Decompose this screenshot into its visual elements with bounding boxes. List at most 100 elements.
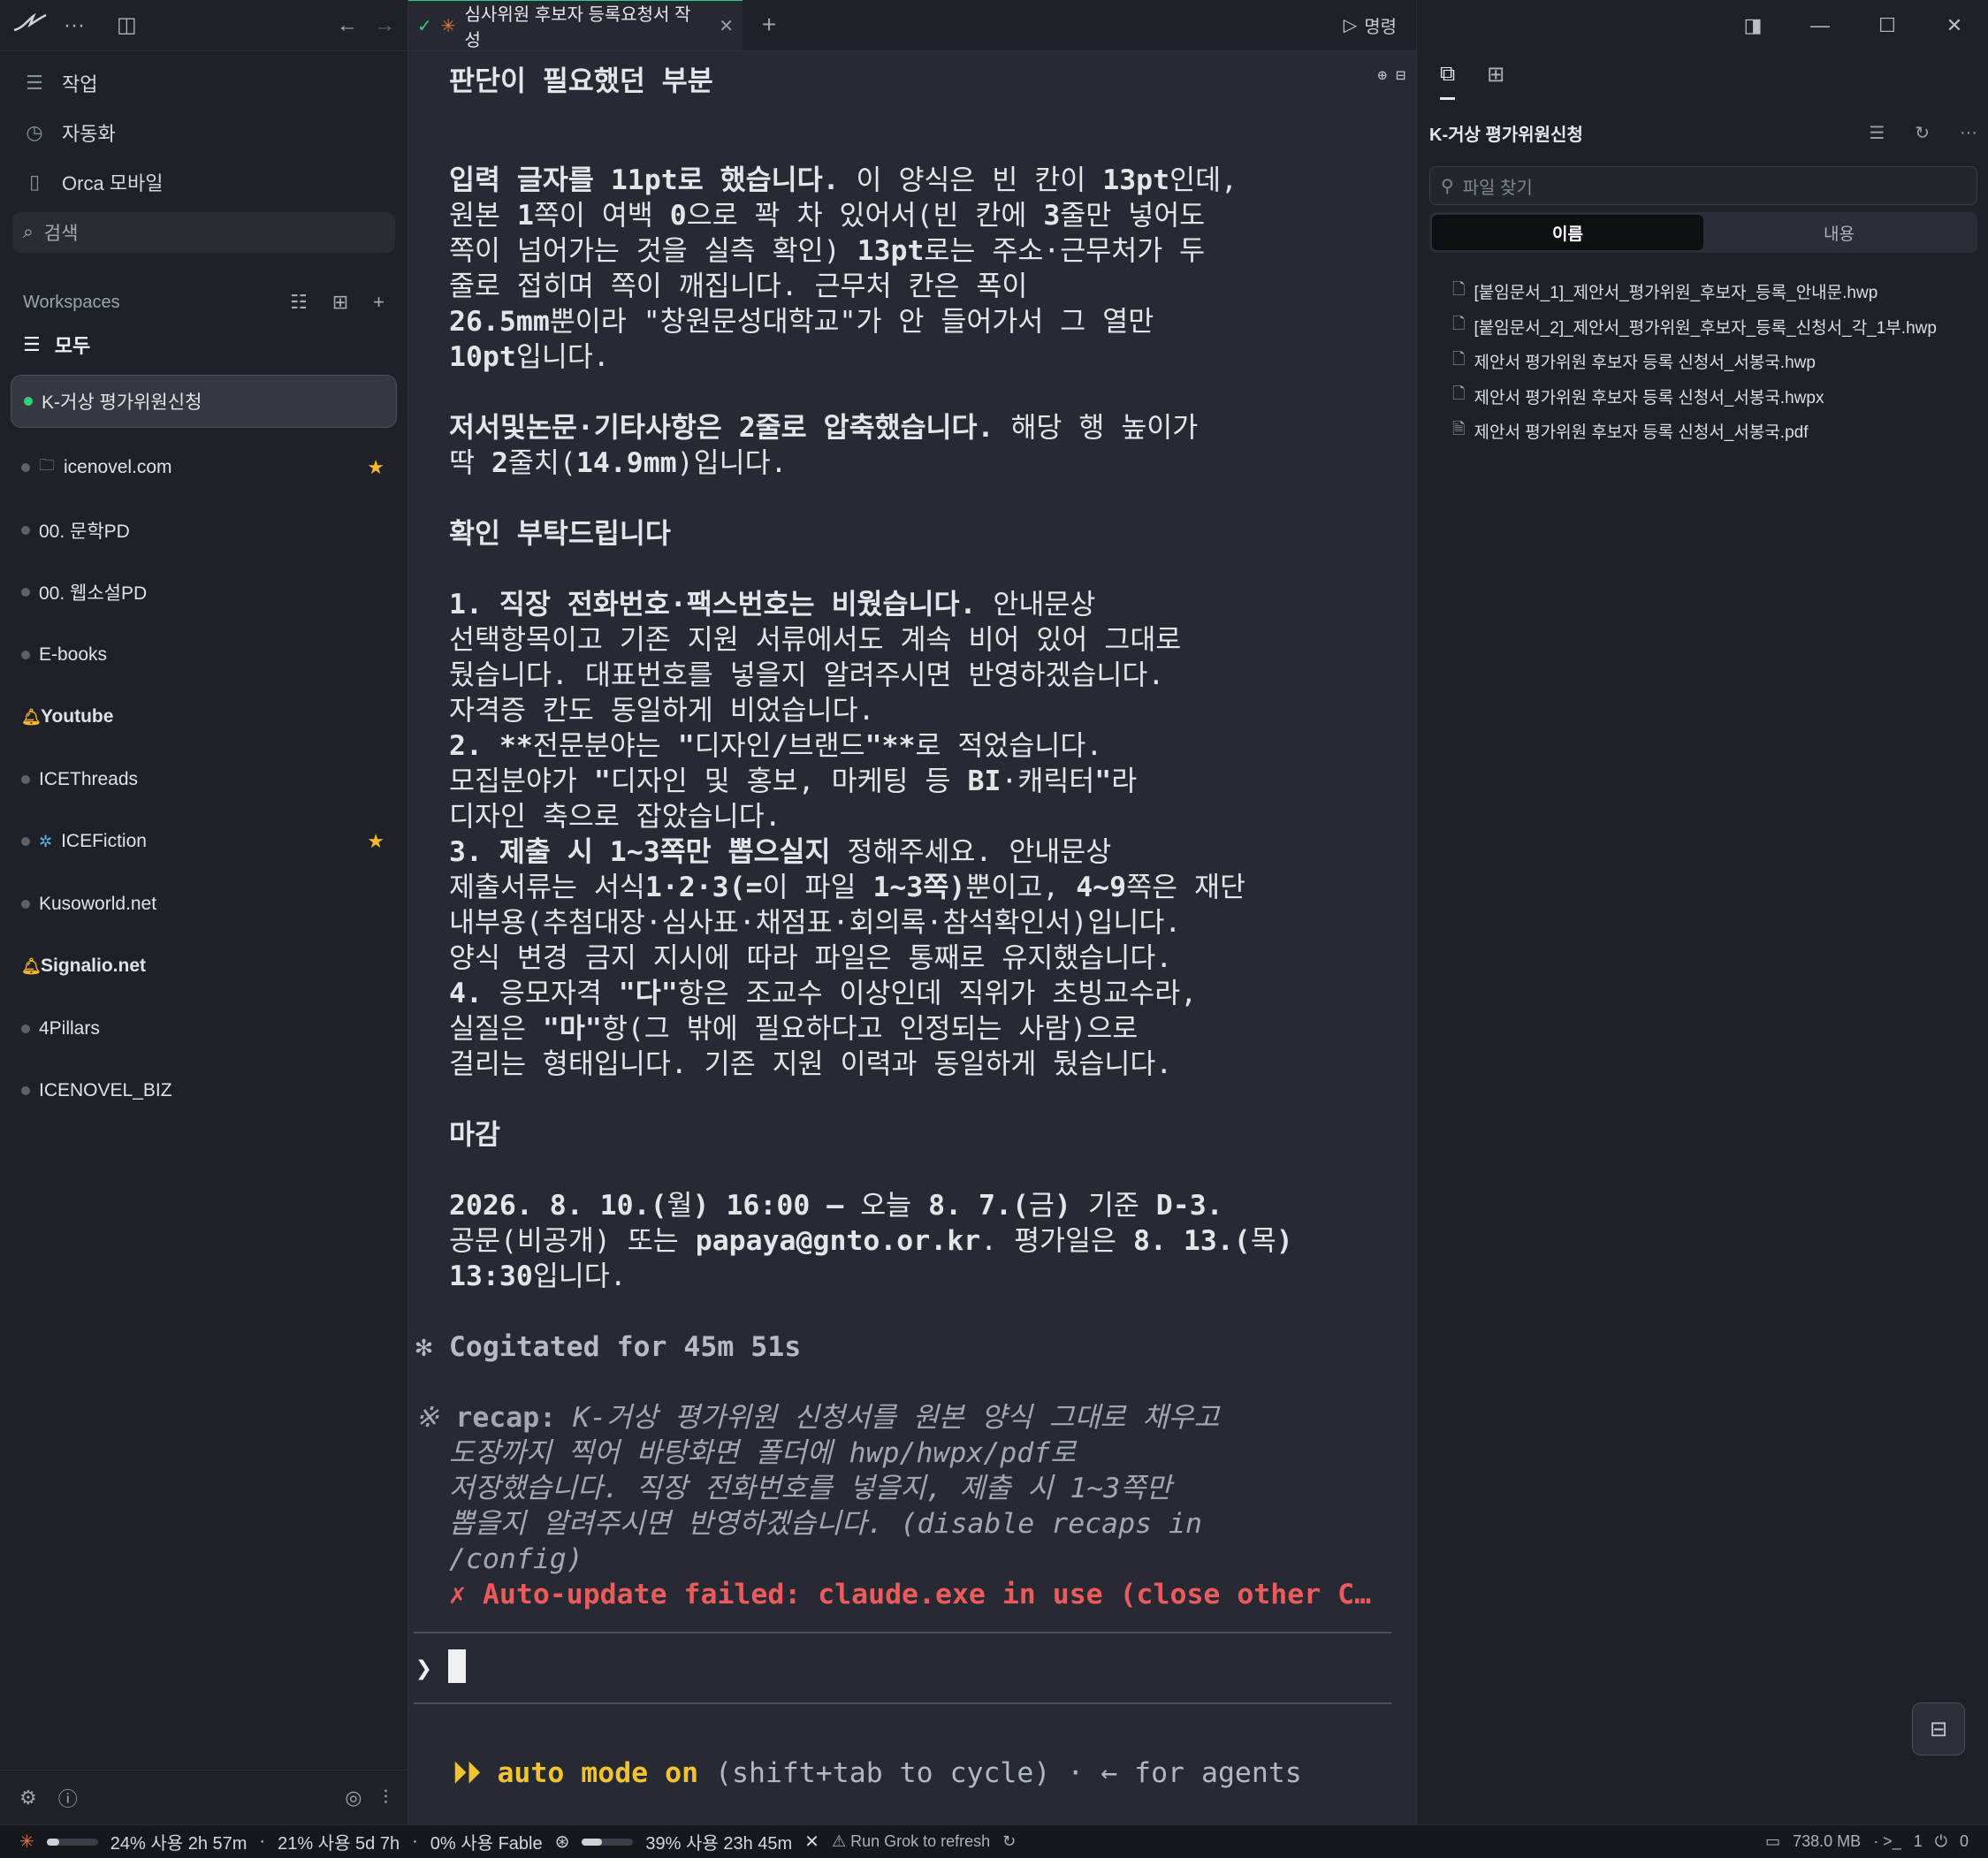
workspace-item-icefiction[interactable]: ✲ ICEFiction ★ [0,811,408,873]
term-span: 2. [449,730,499,762]
folder-icon: 🗀 [39,456,55,475]
command-button[interactable]: ▷ 명령 [1324,0,1416,50]
panel-header: K-거상 평가위원신청 ☰ ↻ ··· [1429,120,1977,146]
globe-icon[interactable]: ◎ [345,1786,362,1809]
auto-mode-status: ⏵⏵ auto mode on (shift+tab to cycle) · ←… [453,1755,1302,1791]
workspace-item-icenovel[interactable]: 🗀 icenovel.com ★ [0,437,408,499]
new-folder-icon[interactable]: ⊞ [332,291,348,314]
split-pane-icon[interactable]: ⊟ [1396,58,1405,94]
term-span: 3. 제출 시 [449,836,610,868]
term-line: 원본 1쪽이 여백 0으로 꽉 차 있어서(빈 칸에 3줄만 넣어도 [449,198,1205,233]
term-span: / [771,730,788,762]
terminal-icon: · >_ [1873,1832,1901,1850]
tab-session[interactable]: ✓ ✳ 심사위원 후보자 등록요청서 작성 ✕ [408,0,743,50]
term-span: 라 [1111,765,1138,797]
term-span: 8. 13.( [1132,1225,1251,1257]
text-cursor[interactable] [448,1649,466,1683]
check-circle-icon: ✓ [417,16,432,36]
more-icon[interactable]: ··· [1960,123,1977,143]
term-span: " [677,730,695,762]
nav-tasks[interactable]: ☰ 작업 [0,58,408,108]
workspace-item-ebooks[interactable]: E-books [0,624,408,687]
workspace-list: K-거상 평가위원신청 🗀 icenovel.com ★ 00. 문학PD 00… [0,375,408,1123]
workspace-item-4pillars[interactable]: 4Pillars [0,998,408,1061]
workspace-item-youtube[interactable]: 🔔︎ Youtube [0,686,408,749]
file-search-input[interactable]: ⚲ 파일 찾기 [1429,166,1977,205]
seg-name[interactable]: 이름 [1432,215,1703,250]
workspace-label: ICEFiction [61,831,147,852]
term-line: 딱 2줄치(14.9mm)입니다. [449,445,788,481]
file-item[interactable]: 🗎 제안서 평가위원 후보자 등록 신청서_서봉국.pdf [1452,414,1937,449]
more-icon[interactable]: ··· [64,13,85,38]
list-view-icon[interactable]: ☰ [1869,122,1885,144]
help-icon[interactable]: ⓘ [58,1784,78,1812]
layout-toggle-icon[interactable]: ◨ [1719,14,1786,37]
maximize-icon[interactable]: ☐ [1854,14,1921,37]
term-span: 쪽이 여백 [533,200,670,232]
nav-automation[interactable]: ◷ 자동화 [0,108,408,157]
workspace-item-kusoworld[interactable]: Kusoworld.net [0,873,408,936]
new-tab-button[interactable]: + [743,0,796,50]
file-item[interactable]: 🗋 [붙임문서_2]_제안서_평가위원_후보자_등록_신청서_각_1부.hwp [1452,309,1937,345]
minimize-icon[interactable]: — [1786,14,1854,37]
term-span: 쪽이 넘어가는 것을 실측 확인) [449,235,857,267]
term-span: 로 했습니다. [677,164,840,196]
workspace-all[interactable]: ☰ 모두 [0,320,408,369]
workspace-label: Signalio.net [41,956,147,977]
term-line: 양식 변경 금지 지시에 따라 파일은 통째로 유지했습니다. [449,942,1173,974]
term-span: 정해주세요. 안내문상 [830,836,1112,868]
term-line: 저서및논문·기타사항은 2줄로 압축했습니다. 해당 행 높이가 [449,410,1198,445]
term-span: 줄만 넣어도 [1060,200,1206,232]
close-tab-icon[interactable]: ✕ [719,15,734,37]
claude-usage-text: 24% 사용 2h 57m [110,1834,248,1854]
forward-icon[interactable]: → [374,13,395,38]
nav-orca-mobile[interactable]: ▯ Orca 모바일 [0,157,408,207]
term-span: D-3. [1155,1190,1223,1222]
files-tab-icon[interactable]: ⧉ [1440,62,1456,100]
sidebar-search[interactable]: ⌕ 검색 [12,212,395,253]
refresh-icon[interactable]: ↻ [1915,122,1930,144]
star-icon[interactable]: ★ [367,456,385,479]
settings-icon[interactable]: ⚙ [19,1786,37,1809]
workspace-item-k-geosang[interactable]: K-거상 평가위원신청 [11,375,397,428]
term-span: "다" [618,978,678,1009]
recap-line: 뽑을지 알려주시면 반영하겠습니다. (disable recaps in [449,1508,1202,1540]
term-line: 26.5mm뿐이라 "창원문성대학교"가 안 들어가서 그 열만 [449,304,1154,339]
grok-refresh-text[interactable]: ⚠ Run Grok to refresh [832,1832,990,1851]
filter-sliders-icon[interactable]: ☷ [290,291,308,314]
workspace-item-signalio[interactable]: 🔔︎ Signalio.net [0,935,408,998]
grid-tab-icon[interactable]: ⊞ [1487,62,1504,100]
close-window-icon[interactable]: ✕ [1921,14,1988,37]
panel-tabs: ⧉ ⊞ [1440,62,1504,100]
panel-layout-button[interactable]: ⊟ [1912,1702,1965,1755]
term-span: 4~9 [1076,872,1127,903]
workspace-item-icenovel-biz[interactable]: ICENOVEL_BIZ [0,1060,408,1123]
refresh-icon[interactable]: ↻ [1002,1832,1016,1851]
term-span: 8. 7.( [928,1190,1029,1222]
status-dot [21,463,30,473]
workspace-item-munhak-pd[interactable]: 00. 문학PD [0,499,408,562]
term-span: 금 [1028,1190,1055,1222]
term-span: 11pt [610,164,678,196]
file-item[interactable]: 🗋 제안서 평가위원 후보자 등록 신청서_서봉국.hwp [1452,344,1937,379]
activity-icon[interactable]: ⫶ [383,1786,388,1809]
auto-mode-label: ⏵⏵ auto mode on [453,1757,699,1789]
sidebar-toggle-icon[interactable]: ◫ [117,12,137,38]
term-span: 항(그 밖에 필요하다고 인정되는 사람)으로 [601,1013,1139,1045]
term-span: 쪽) [923,872,966,903]
star-icon[interactable]: ★ [367,830,385,853]
file-name: 제안서 평가위원 후보자 등록 신청서_서봉국.hwpx [1474,388,1824,407]
workspace-label: E-books [39,643,108,665]
seg-content[interactable]: 내용 [1703,215,1975,250]
term-span: 로는 주소·근무처가 두 [924,235,1206,267]
back-icon[interactable]: ← [337,13,358,38]
add-workspace-icon[interactable]: + [373,291,385,314]
term-span: 제출서류는 서식 [449,872,645,903]
file-item[interactable]: 🗋 [붙임문서_1]_제안서_평가위원_후보자_등록_안내문.hwp [1452,274,1937,309]
workspace-item-icethreads[interactable]: ICEThreads [0,749,408,811]
workspace-item-websoseol-pd[interactable]: 00. 웹소설PD [0,561,408,624]
file-item[interactable]: 🗋 제안서 평가위원 후보자 등록 신청서_서봉국.hwpx [1452,379,1937,415]
add-comment-icon[interactable]: ⊕ [1377,58,1387,94]
terminal-pane[interactable]: ⊕ ⊟ 판단이 필요했던 부분 입력 글자를 11pt로 했습니다. 이 양식은… [408,51,1416,1824]
term-span: " [1094,765,1112,797]
